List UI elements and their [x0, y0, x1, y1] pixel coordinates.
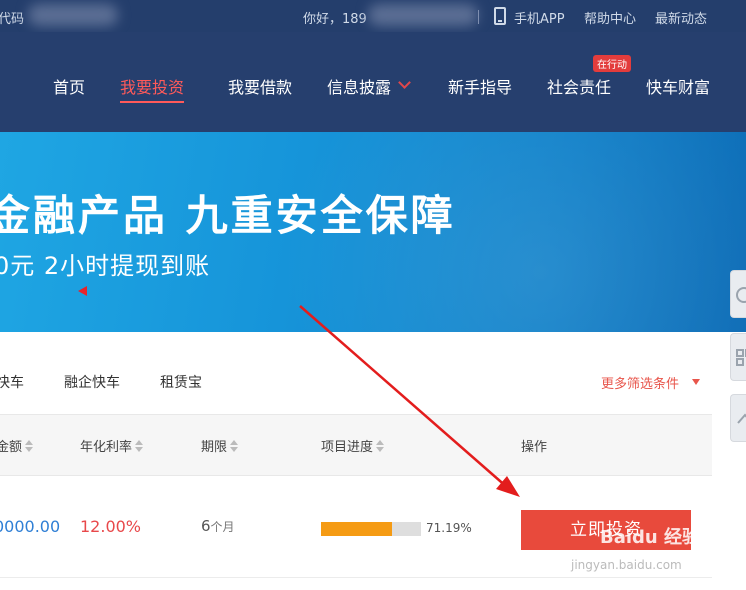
sort-icon[interactable]: [376, 440, 385, 452]
product-category-bar: 快车 融企快车 租赁宝 更多筛选条件: [0, 332, 712, 414]
term-unit: 个月: [210, 520, 235, 534]
baidu-jingyan-watermark: Baidu 经验: [600, 527, 701, 548]
nav-borrow[interactable]: 我要借款: [228, 74, 292, 98]
column-header-action: 操作: [521, 440, 548, 455]
category-tab-rongqi-kuaiche[interactable]: 融企快车: [64, 372, 120, 392]
nav-invest[interactable]: 我要投资: [120, 74, 185, 103]
brand-fragment: 代码: [0, 12, 25, 27]
blurred-brand: [28, 4, 118, 26]
side-service-button[interactable]: [730, 270, 746, 318]
nav-social-responsibility[interactable]: 社会责任: [547, 74, 611, 98]
amount-value: 0000.00: [0, 517, 61, 536]
headset-icon: [736, 287, 746, 303]
nav-home[interactable]: 首页: [53, 74, 85, 98]
nav-beginner-guide[interactable]: 新手指导: [448, 74, 512, 98]
column-header-rate[interactable]: 年化利率: [80, 436, 144, 455]
caret-down-icon: [692, 379, 700, 385]
progress-percent: 71.19%: [426, 521, 472, 535]
red-marker-icon: [78, 286, 87, 296]
chevron-down-icon: [398, 76, 411, 89]
progress-bar-fill: [321, 522, 393, 536]
progress-bar: [321, 522, 421, 536]
qrcode-icon: [736, 349, 746, 366]
in-action-badge: 在行动: [593, 55, 631, 72]
side-qrcode-button[interactable]: [730, 333, 746, 381]
divider: [478, 10, 479, 24]
top-bar: 代码 你好，189 手机APP 帮助中心 最新动态: [0, 0, 746, 32]
main-nav: 首页 我要投资 我要借款 信息披露 新手指导 社会责任 在行动 快车财富: [0, 32, 746, 132]
column-header-term[interactable]: 期限: [201, 436, 239, 455]
column-label: 期限: [201, 440, 228, 455]
column-header-amount[interactable]: 金额: [0, 436, 34, 455]
term-number: 6: [201, 517, 211, 535]
banner-title: 金融产品 九重安全保障: [0, 191, 456, 240]
column-label: 项目进度: [321, 440, 374, 455]
latest-news-link[interactable]: 最新动态: [655, 8, 707, 27]
sort-icon[interactable]: [135, 440, 144, 452]
banner-subtitle: 0元 2小时提现到账: [0, 252, 211, 280]
column-label: 金额: [0, 440, 23, 455]
table-header: 金额 年化利率 期限 项目进度 操作: [0, 414, 712, 476]
column-header-progress[interactable]: 项目进度: [321, 436, 385, 455]
watermark-url: jingyan.baidu.com: [571, 558, 682, 572]
nav-kuaiche-wealth[interactable]: 快车财富: [646, 74, 710, 98]
more-filters-link[interactable]: 更多筛选条件: [601, 373, 679, 392]
nav-disclosure[interactable]: 信息披露: [327, 74, 391, 98]
sort-icon[interactable]: [25, 440, 34, 452]
column-label: 年化利率: [80, 440, 133, 455]
sort-icon[interactable]: [230, 440, 239, 452]
term-value: 6个月: [201, 517, 235, 535]
blurred-phone-number: [368, 4, 478, 26]
promo-banner[interactable]: 金融产品 九重安全保障 0元 2小时提现到账: [0, 132, 746, 332]
category-tab-kuaiche[interactable]: 快车: [0, 372, 24, 392]
mobile-phone-icon: [494, 7, 506, 25]
chevron-up-icon: [737, 413, 746, 424]
category-tab-zulinbao[interactable]: 租赁宝: [160, 372, 202, 392]
rate-value: 12.00%: [80, 517, 142, 536]
side-back-to-top-button[interactable]: [730, 394, 746, 442]
mobile-app-link[interactable]: 手机APP: [514, 8, 565, 27]
help-center-link[interactable]: 帮助中心: [584, 8, 636, 27]
user-greeting: 你好，189: [303, 12, 367, 27]
